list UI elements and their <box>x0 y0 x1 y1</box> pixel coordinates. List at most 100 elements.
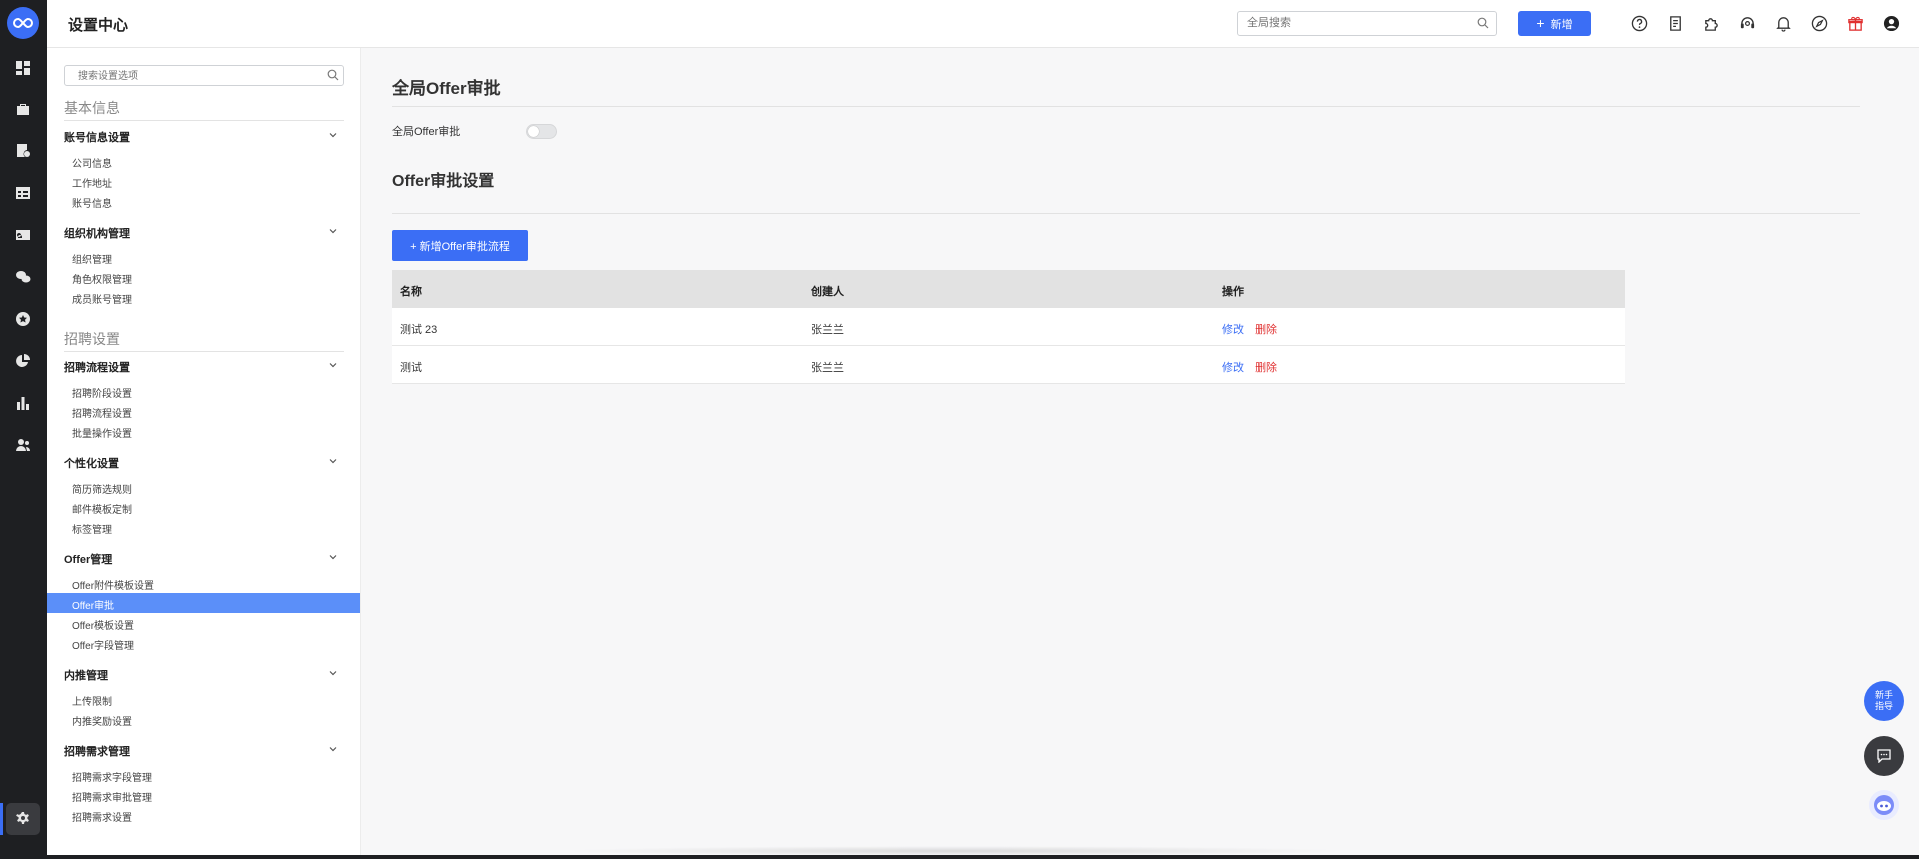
chevron-down-icon[interactable] <box>328 668 338 678</box>
settings-search[interactable] <box>64 65 344 86</box>
group-offer-management[interactable]: Offer管理 <box>64 551 344 567</box>
sidebar-item-stages[interactable]: 招聘阶段设置 <box>72 385 132 400</box>
group-label: 个性化设置 <box>64 458 119 470</box>
top-header: 设置中心 + 新增 <box>47 0 1919 48</box>
message-icon <box>1877 749 1891 763</box>
toggle-knob <box>528 126 539 137</box>
group-referral[interactable]: 内推管理 <box>64 667 344 683</box>
add-approval-flow-button[interactable]: + 新增Offer审批流程 <box>392 230 528 261</box>
sidebar-item-offer-fields[interactable]: Offer字段管理 <box>72 637 134 652</box>
user-icon[interactable] <box>1881 13 1901 33</box>
group-personalization[interactable]: 个性化设置 <box>64 455 344 471</box>
chat-icon[interactable] <box>13 267 33 287</box>
delete-link[interactable]: 删除 <box>1255 362 1277 374</box>
gift-icon[interactable] <box>1845 13 1865 33</box>
table-row: 测试 23 张兰兰 修改 删除 <box>392 308 1625 346</box>
group-label: 招聘流程设置 <box>64 362 130 374</box>
chevron-down-icon[interactable] <box>328 456 338 466</box>
sidebar-item-tags[interactable]: 标签管理 <box>72 521 112 536</box>
sidebar-item-company-info[interactable]: 公司信息 <box>72 155 112 170</box>
row-actions: 修改 删除 <box>1222 321 1277 337</box>
cell-creator: 张兰兰 <box>811 362 844 374</box>
column-header-name: 名称 <box>400 286 422 298</box>
plus-icon: + <box>1536 15 1545 31</box>
app-logo[interactable] <box>7 7 39 39</box>
sidebar-item-upload-limit[interactable]: 上传限制 <box>72 693 112 708</box>
chat-support-button[interactable] <box>1864 736 1904 776</box>
chevron-down-icon[interactable] <box>328 552 338 562</box>
search-icon[interactable] <box>327 69 339 81</box>
group-account-settings[interactable]: 账号信息设置 <box>64 129 344 145</box>
support-icon[interactable] <box>1737 13 1757 33</box>
section-title-basic: 基本信息 <box>64 100 120 116</box>
section-heading-global-approval: 全局Offer审批 <box>392 79 501 98</box>
global-search-input[interactable] <box>1245 16 1469 30</box>
sidebar-item-label: Offer审批 <box>72 601 115 612</box>
guide-label: 新手指导 <box>1874 690 1893 711</box>
sidebar-item-email-templates[interactable]: 邮件模板定制 <box>72 501 132 516</box>
bar-chart-icon[interactable] <box>13 393 33 413</box>
edit-link[interactable]: 修改 <box>1222 362 1244 374</box>
sidebar-item-req-fields[interactable]: 招聘需求字段管理 <box>72 769 152 784</box>
bell-icon[interactable] <box>1773 13 1793 33</box>
delete-link[interactable]: 删除 <box>1255 324 1277 336</box>
column-header-actions: 操作 <box>1222 286 1244 298</box>
sidebar-item-offer-templates[interactable]: Offer模板设置 <box>72 617 134 632</box>
global-search[interactable] <box>1237 11 1497 36</box>
toggle-label: 全局Offer审批 <box>392 126 461 138</box>
settings-search-input[interactable] <box>76 70 320 83</box>
compass-icon[interactable] <box>1809 13 1829 33</box>
divider <box>64 120 344 121</box>
dashboard-icon[interactable] <box>13 58 33 78</box>
robot-icon <box>1874 795 1894 815</box>
approval-table: 名称 创建人 操作 测试 23 张兰兰 修改 删除 测试 张兰兰 修改 删除 <box>392 270 1625 384</box>
sidebar-item-roles[interactable]: 角色权限管理 <box>72 271 132 286</box>
group-recruit-process[interactable]: 招聘流程设置 <box>64 359 344 375</box>
briefcase-icon[interactable] <box>13 99 33 119</box>
sidebar-item-offer-approval[interactable]: Offer审批 <box>47 593 360 613</box>
group-label: Offer管理 <box>64 554 113 566</box>
sidebar-item-account-info[interactable]: 账号信息 <box>72 195 112 210</box>
chevron-down-icon[interactable] <box>328 130 338 140</box>
group-label: 招聘需求管理 <box>64 746 130 758</box>
bottom-edge <box>0 855 1919 859</box>
search-icon[interactable] <box>1477 17 1489 29</box>
sidebar-item-members[interactable]: 成员账号管理 <box>72 291 132 306</box>
resume-icon[interactable] <box>13 141 33 161</box>
assistant-avatar-button[interactable] <box>1869 790 1899 820</box>
chevron-down-icon[interactable] <box>328 744 338 754</box>
star-icon[interactable] <box>13 309 33 329</box>
sidebar-item-org[interactable]: 组织管理 <box>72 251 112 266</box>
chevron-down-icon[interactable] <box>328 360 338 370</box>
sidebar-item-req-approval[interactable]: 招聘需求审批管理 <box>72 789 152 804</box>
sidebar-item-resume-rules[interactable]: 简历筛选规则 <box>72 481 132 496</box>
sidebar-item-batch[interactable]: 批量操作设置 <box>72 425 132 440</box>
sidebar-item-req-settings[interactable]: 招聘需求设置 <box>72 809 132 824</box>
team-icon[interactable] <box>13 435 33 455</box>
document-icon[interactable] <box>1665 13 1685 33</box>
calendar-table-icon[interactable] <box>13 183 33 203</box>
divider <box>64 351 344 352</box>
sidebar-item-offer-attachments[interactable]: Offer附件模板设置 <box>72 577 154 592</box>
cell-name: 测试 23 <box>400 324 438 336</box>
column-header-creator: 创建人 <box>811 286 844 298</box>
sidebar-item-referral-rewards[interactable]: 内推奖励设置 <box>72 713 132 728</box>
sidebar-item-process[interactable]: 招聘流程设置 <box>72 405 132 420</box>
chevron-down-icon[interactable] <box>328 226 338 236</box>
group-org-management[interactable]: 组织机构管理 <box>64 225 344 241</box>
pie-chart-icon[interactable] <box>13 351 33 371</box>
group-requisition[interactable]: 招聘需求管理 <box>64 743 344 759</box>
new-button[interactable]: + 新增 <box>1518 11 1591 36</box>
settings-sidebar: 基本信息 账号信息设置 公司信息 工作地址 账号信息 组织机构管理 组织管理 角… <box>47 48 361 859</box>
plugin-icon[interactable] <box>1701 13 1721 33</box>
logo-icon <box>13 17 33 29</box>
sidebar-item-work-address[interactable]: 工作地址 <box>72 175 112 190</box>
divider <box>392 213 1860 214</box>
help-icon[interactable] <box>1629 13 1649 33</box>
global-approval-toggle[interactable] <box>526 124 557 139</box>
id-card-icon[interactable] <box>13 225 33 245</box>
new-button-label: 新增 <box>1550 18 1573 31</box>
edit-link[interactable]: 修改 <box>1222 324 1244 336</box>
beginner-guide-button[interactable]: 新手指导 <box>1864 681 1904 721</box>
settings-icon[interactable] <box>13 809 33 829</box>
